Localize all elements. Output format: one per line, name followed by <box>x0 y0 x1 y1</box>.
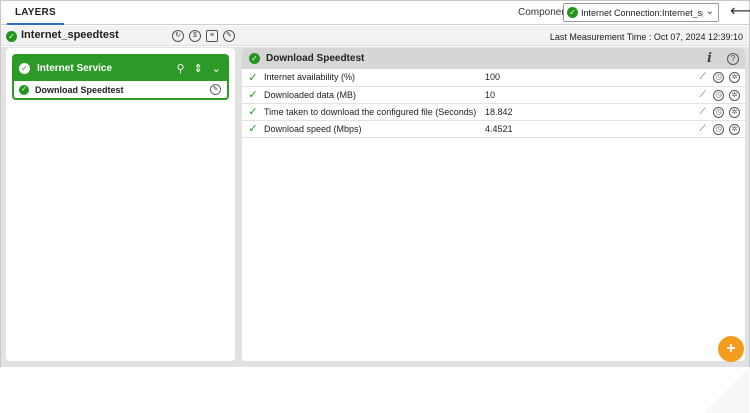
test-item-label: Download Speedtest <box>35 84 124 95</box>
table-row: ✓ Download speed (Mbps) 4.4521 ⟋ ◷ ✲ <box>242 120 745 137</box>
tab-layers[interactable]: LAYERS <box>7 1 64 25</box>
chevron-down-icon[interactable]: ⌄ <box>212 62 221 75</box>
table-row: ✓ Internet availability (%) 100 ⟋ ◷ ✲ <box>242 69 745 86</box>
check-circle-icon: ✓ <box>19 84 29 95</box>
header-actions: ↻ $ ≡ ✎ <box>172 30 235 42</box>
trend-chart-icon[interactable]: ⟋ <box>697 71 708 82</box>
component-select[interactable]: ✓ Internet Connection:Internet_speedtest… <box>563 3 719 22</box>
refresh-icon[interactable]: ↻ <box>172 30 184 42</box>
help-icon[interactable]: ? <box>727 53 739 65</box>
test-item-download-speedtest[interactable]: ✓ Download Speedtest ✎ <box>14 81 227 98</box>
layers-panel: ✓ Internet Service ⚲ ⇕ ⌄ ✓ Download Spee… <box>6 48 235 361</box>
check-icon: ✓ <box>248 71 258 84</box>
measure-name: Internet availability (%) <box>264 72 356 83</box>
settings-icon[interactable]: ✲ <box>729 89 740 101</box>
check-circle-icon: ✓ <box>567 7 578 18</box>
app-frame: LAYERS Component ✓ Internet Connection:I… <box>0 0 750 413</box>
settings-icon[interactable]: ✲ <box>729 106 740 118</box>
measure-value: 10 <box>485 89 496 100</box>
component-label: Component <box>518 7 570 18</box>
measure-value: 100 <box>485 72 501 83</box>
component-select-value: Internet Connection:Internet_speedtest <box>581 7 703 18</box>
settings-icon[interactable]: ✲ <box>729 72 740 84</box>
measure-value: 18.842 <box>485 106 513 117</box>
service-name: Internet Service <box>37 63 113 74</box>
check-circle-icon: ✓ <box>19 63 30 74</box>
settings-icon[interactable]: ✲ <box>729 123 740 135</box>
trend-chart-icon[interactable]: ⟋ <box>697 89 708 100</box>
measures-title: Download Speedtest <box>266 53 365 64</box>
last-measurement-time: Last Measurement Time : Oct 07, 2024 12:… <box>549 32 743 42</box>
dollar-icon[interactable]: $ <box>189 30 201 42</box>
service-card: ✓ Internet Service ⚲ ⇕ ⌄ ✓ Download Spee… <box>12 54 229 100</box>
check-icon: ✓ <box>248 89 258 101</box>
notes-icon[interactable]: ≡ <box>206 30 218 42</box>
table-row: ✓ Downloaded data (MB) 10 ⟋ ◷ ✲ <box>242 86 745 103</box>
check-icon: ✓ <box>248 106 258 118</box>
wrench-icon[interactable]: ✎ <box>223 30 235 42</box>
history-icon[interactable]: ◷ <box>713 72 724 84</box>
measure-value: 4.4521 <box>485 123 513 134</box>
wrench-icon[interactable]: ✎ <box>210 84 221 95</box>
table-row: ✓ Time taken to download the configured … <box>242 103 745 120</box>
measure-name: Downloaded data (MB) <box>264 89 357 100</box>
back-arrow-icon[interactable]: ⟵ <box>730 3 750 21</box>
measures-table: ✓ Internet availability (%) 100 ⟋ ◷ ✲ ✓ Do… <box>242 69 745 138</box>
measures-panel: ✓ Download Speedtest i ? ✓ Internet avai… <box>242 48 745 361</box>
top-bar: LAYERS Component ✓ Internet Connection:I… <box>1 1 750 25</box>
service-header[interactable]: ✓ Internet Service ⚲ ⇕ ⌄ <box>14 56 227 81</box>
measures-header: ✓ Download Speedtest i ? <box>242 48 745 69</box>
check-circle-icon: ✓ <box>6 31 17 42</box>
trend-chart-icon[interactable]: ⟋ <box>697 106 708 117</box>
collapse-icon[interactable]: ⇕ <box>194 62 203 75</box>
component-header: ✓ Internet_speedtest ↻ $ ≡ ✎ Last Measur… <box>1 26 749 46</box>
trend-chart-icon[interactable]: ⟋ <box>697 123 708 134</box>
measure-name: Download speed (Mbps) <box>264 123 362 134</box>
page-title: Internet_speedtest <box>21 29 119 41</box>
chevron-down-icon: ⌄ <box>705 6 714 17</box>
page-curl <box>705 367 749 413</box>
measure-name: Time taken to download the configured fi… <box>264 106 477 117</box>
history-icon[interactable]: ◷ <box>713 106 724 118</box>
history-icon[interactable]: ◷ <box>713 89 724 101</box>
check-icon: ✓ <box>248 123 258 135</box>
info-icon[interactable]: i <box>707 51 712 66</box>
content-area: ✓ Internet Service ⚲ ⇕ ⌄ ✓ Download Spee… <box>1 47 749 413</box>
zoom-in-icon[interactable]: + <box>718 336 744 362</box>
history-icon[interactable]: ◷ <box>713 123 724 135</box>
search-icon[interactable]: ⚲ <box>177 62 185 75</box>
check-circle-icon: ✓ <box>249 53 260 64</box>
